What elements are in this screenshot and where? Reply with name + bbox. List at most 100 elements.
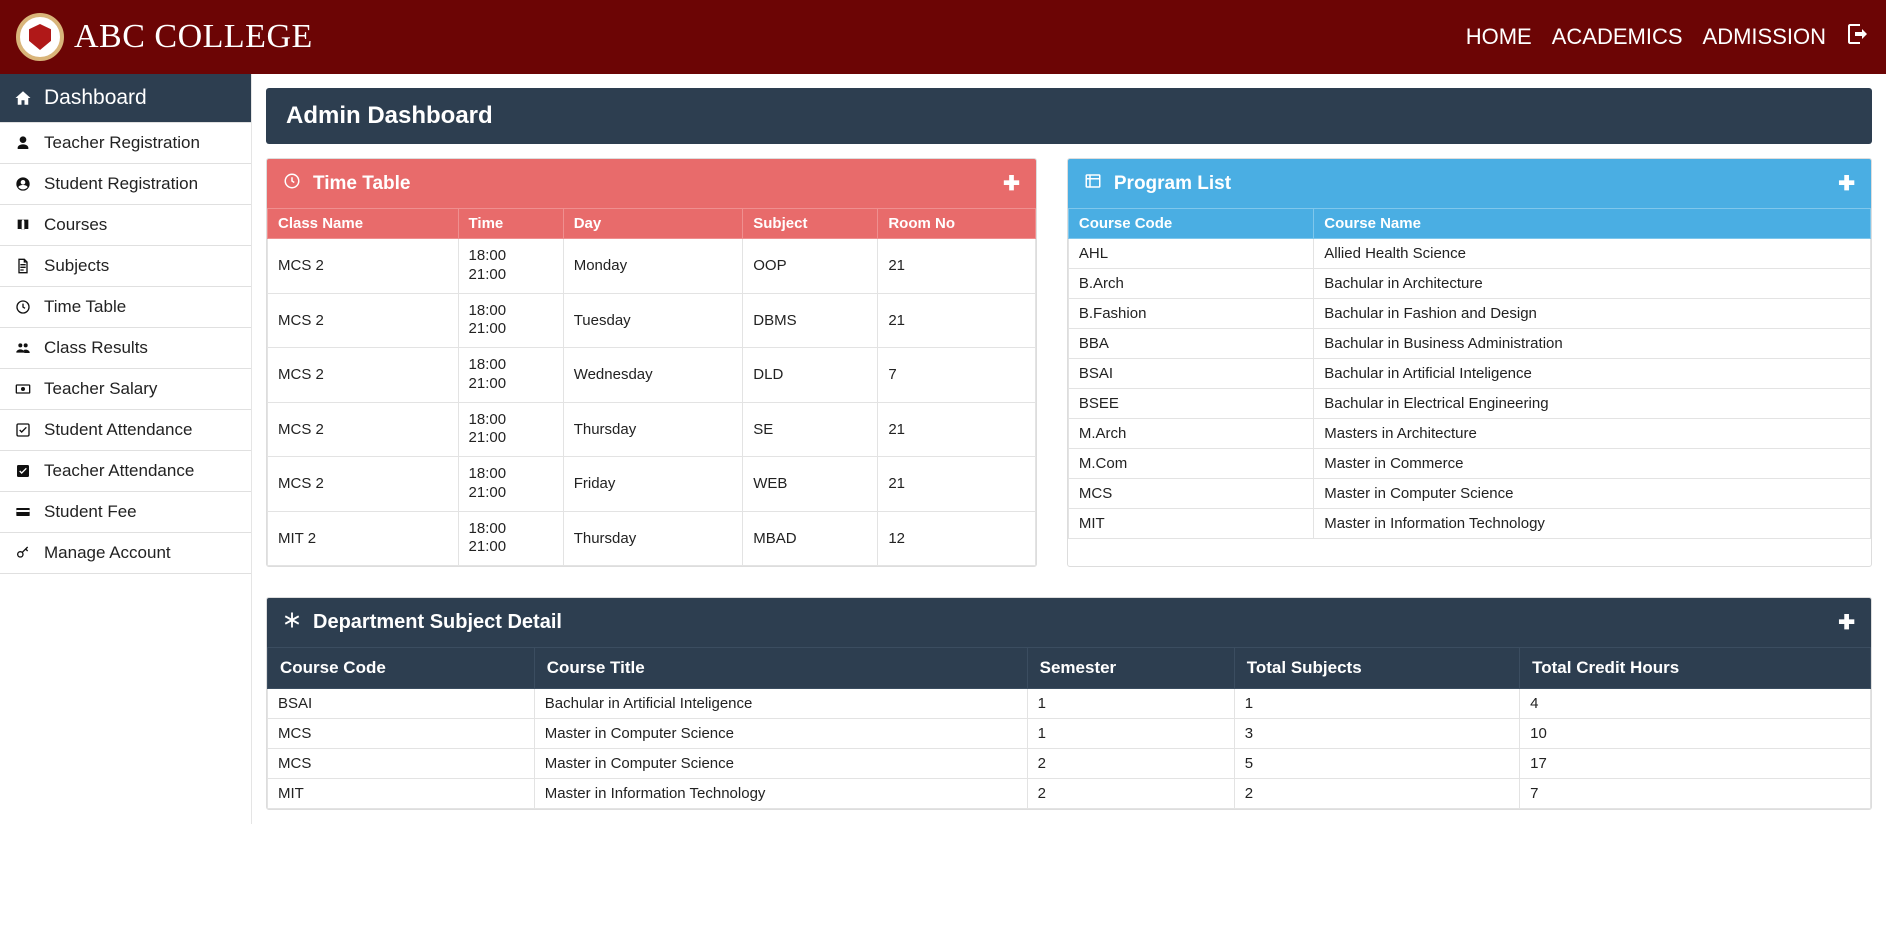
cell-room: 21 xyxy=(878,402,1036,457)
program-add-icon[interactable]: ✚ xyxy=(1838,171,1855,196)
cell-semester: 2 xyxy=(1027,749,1234,779)
list-icon xyxy=(1084,172,1102,196)
user-circle-icon xyxy=(14,176,32,192)
user-icon xyxy=(14,135,32,151)
cell-time: 18:0021:00 xyxy=(458,348,563,403)
cell-time: 18:0021:00 xyxy=(458,293,563,348)
sidebar-item-label: Student Attendance xyxy=(44,420,192,440)
cell-day: Friday xyxy=(563,457,743,512)
cell-code: BSAI xyxy=(268,689,535,719)
clock-icon xyxy=(283,172,301,196)
cell-class: MCS 2 xyxy=(268,348,459,403)
table-row: MCS 218:0021:00FridayWEB21 xyxy=(268,457,1036,512)
sidebar-item-student-attendance[interactable]: Student Attendance xyxy=(0,410,251,451)
brand[interactable]: ABC COLLEGE xyxy=(16,13,313,61)
table-row: MCSMaster in Computer Science1310 xyxy=(268,719,1871,749)
sidebar-item-dashboard[interactable]: Dashboard xyxy=(0,74,251,123)
cell-time: 18:0021:00 xyxy=(458,457,563,512)
sidebar-item-student-fee[interactable]: Student Fee xyxy=(0,492,251,533)
sidebar-item-label: Student Fee xyxy=(44,502,137,522)
cell-subject: DLD xyxy=(743,348,878,403)
cell-class: MIT 2 xyxy=(268,511,459,566)
sidebar-item-student-registration[interactable]: Student Registration xyxy=(0,164,251,205)
cell-name: Bachular in Artificial Inteligence xyxy=(1314,359,1871,389)
cell-code: BBA xyxy=(1068,329,1313,359)
cell-credits: 7 xyxy=(1520,779,1871,809)
cell-title: Bachular in Artificial Inteligence xyxy=(534,689,1027,719)
cell-day: Wednesday xyxy=(563,348,743,403)
program-list-title: Program List xyxy=(1114,173,1231,195)
cell-room: 21 xyxy=(878,239,1036,294)
cell-code: BSAI xyxy=(1068,359,1313,389)
sidebar-item-label: Teacher Attendance xyxy=(44,461,194,481)
sidebar-item-label: Student Registration xyxy=(44,174,198,194)
money-icon xyxy=(14,381,32,397)
sidebar-item-teacher-registration[interactable]: Teacher Registration xyxy=(0,123,251,164)
key-icon xyxy=(14,545,32,561)
th: Semester xyxy=(1027,648,1234,689)
check-filled-icon xyxy=(14,463,32,479)
table-row: MITMaster in Information Technology227 xyxy=(268,779,1871,809)
cell-name: Bachular in Architecture xyxy=(1314,269,1871,299)
book-icon xyxy=(14,217,32,233)
sidebar-item-teacher-attendance[interactable]: Teacher Attendance xyxy=(0,451,251,492)
cell-day: Thursday xyxy=(563,511,743,566)
cell-class: MCS 2 xyxy=(268,293,459,348)
th: Course Title xyxy=(534,648,1027,689)
table-row: MCSMaster in Computer Science2517 xyxy=(268,749,1871,779)
home-icon xyxy=(14,88,32,108)
table-row: B.ArchBachular in Architecture xyxy=(1068,269,1870,299)
cell-title: Master in Computer Science xyxy=(534,719,1027,749)
sidebar-item-courses[interactable]: Courses xyxy=(0,205,251,246)
sidebar-item-label: Manage Account xyxy=(44,543,171,563)
cell-class: MCS 2 xyxy=(268,239,459,294)
timetable-add-icon[interactable]: ✚ xyxy=(1003,171,1020,196)
dept-header: Department Subject Detail ✚ xyxy=(267,598,1871,647)
sidebar-item-subjects[interactable]: Subjects xyxy=(0,246,251,287)
college-logo-icon xyxy=(16,13,64,61)
sidebar-item-label: Courses xyxy=(44,215,107,235)
program-list-card: Program List ✚ Course Code Course Name A… xyxy=(1067,158,1872,567)
th: Course Name xyxy=(1314,209,1871,239)
table-row: M.ComMaster in Commerce xyxy=(1068,449,1870,479)
th: Room No xyxy=(878,209,1036,239)
clock-icon xyxy=(14,299,32,315)
timetable-title: Time Table xyxy=(313,173,411,195)
cell-code: B.Fashion xyxy=(1068,299,1313,329)
page-title: Admin Dashboard xyxy=(266,88,1872,144)
nav-academics[interactable]: ACADEMICS xyxy=(1552,24,1683,50)
table-row: B.FashionBachular in Fashion and Design xyxy=(1068,299,1870,329)
sidebar-item-label: Teacher Registration xyxy=(44,133,200,153)
cell-subjects: 5 xyxy=(1234,749,1519,779)
table-row: BBABachular in Business Administration xyxy=(1068,329,1870,359)
cell-credits: 17 xyxy=(1520,749,1871,779)
nav-home[interactable]: HOME xyxy=(1466,24,1532,50)
th: Subject xyxy=(743,209,878,239)
cell-semester: 1 xyxy=(1027,689,1234,719)
dept-add-icon[interactable]: ✚ xyxy=(1838,610,1855,635)
program-table: Course Code Course Name AHLAllied Health… xyxy=(1068,208,1871,539)
sidebar-item-label: Subjects xyxy=(44,256,109,276)
top-navbar: ABC COLLEGE HOME ACADEMICS ADMISSION xyxy=(0,0,1886,74)
logout-icon[interactable] xyxy=(1846,22,1870,52)
sidebar-item-teacher-salary[interactable]: Teacher Salary xyxy=(0,369,251,410)
sidebar-item-class-results[interactable]: Class Results xyxy=(0,328,251,369)
cell-code: B.Arch xyxy=(1068,269,1313,299)
program-list-header: Program List ✚ xyxy=(1068,159,1871,208)
nav-links: HOME ACADEMICS ADMISSION xyxy=(1466,22,1870,52)
users-icon xyxy=(14,340,32,356)
cell-time: 18:0021:00 xyxy=(458,239,563,294)
timetable-card: Time Table ✚ Class Name Time Day Subject… xyxy=(266,158,1037,567)
dept-detail-card: Department Subject Detail ✚ Course Code … xyxy=(266,597,1872,810)
sidebar-item-manage-account[interactable]: Manage Account xyxy=(0,533,251,574)
table-row: M.ArchMasters in Architecture xyxy=(1068,419,1870,449)
cell-code: BSEE xyxy=(1068,389,1313,419)
sidebar-item-time-table[interactable]: Time Table xyxy=(0,287,251,328)
cell-code: M.Arch xyxy=(1068,419,1313,449)
sidebar-item-label: Dashboard xyxy=(44,86,147,110)
check-square-icon xyxy=(14,422,32,438)
timetable-header: Time Table ✚ xyxy=(267,159,1036,208)
sidebar-item-label: Class Results xyxy=(44,338,148,358)
cell-class: MCS 2 xyxy=(268,457,459,512)
nav-admission[interactable]: ADMISSION xyxy=(1703,24,1826,50)
